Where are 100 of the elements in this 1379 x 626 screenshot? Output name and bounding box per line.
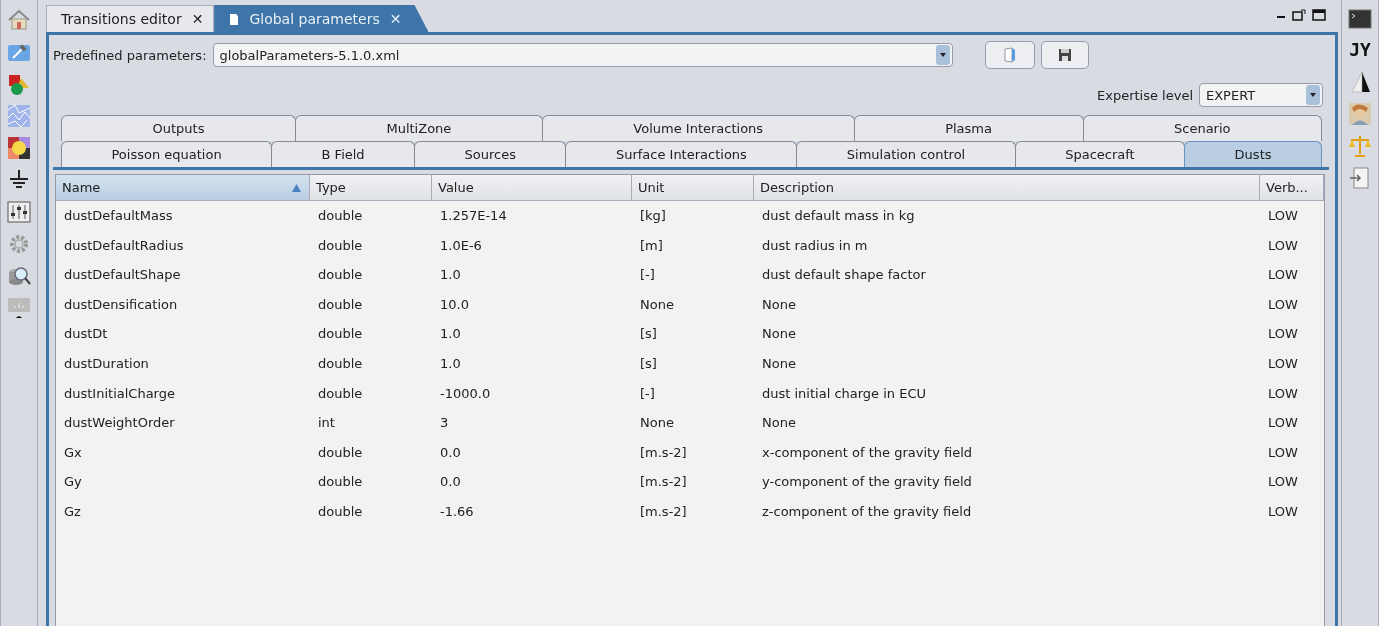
open-file-icon xyxy=(1002,47,1017,63)
parameter-tab[interactable]: Scenario xyxy=(1082,115,1323,141)
table-cell-text: double xyxy=(317,473,364,492)
close-icon[interactable]: ✕ xyxy=(191,11,204,27)
table-cell-text: double xyxy=(317,354,364,373)
table-cell-text: dustDefaultRadius xyxy=(63,236,185,255)
table-cell-text: dust radius in m xyxy=(761,236,869,255)
table-cell-text: LOW xyxy=(1267,502,1299,521)
table-cell-text: LOW xyxy=(1267,325,1299,344)
column-header[interactable]: Value xyxy=(432,175,632,201)
table-cell-text: LOW xyxy=(1267,295,1299,314)
column-header[interactable]: Description xyxy=(754,175,1260,201)
table-cell-text: 1.0E-6 xyxy=(439,236,483,255)
save-button[interactable] xyxy=(1040,41,1089,69)
table-cell-text: LOW xyxy=(1267,443,1299,462)
table-cell-text: [m.s-2] xyxy=(639,502,688,521)
table-cell-text: Gy xyxy=(63,473,83,492)
jython-label[interactable]: JY xyxy=(1349,38,1371,62)
table-cell-text: x-component of the gravity field xyxy=(761,443,974,462)
column-header[interactable]: Type xyxy=(310,175,432,201)
table-cell-text: LOW xyxy=(1267,266,1299,285)
table-cell-text: 0.0 xyxy=(439,443,462,462)
table-cell-text: 1.0 xyxy=(439,266,462,285)
open-button[interactable] xyxy=(984,41,1035,69)
table-cell-text: [s] xyxy=(639,325,658,344)
house-icon[interactable] xyxy=(7,8,31,32)
table-cell-text: double xyxy=(317,266,364,285)
parameter-tab[interactable]: Dusts xyxy=(1184,141,1322,167)
table-cell-text: double xyxy=(317,443,364,462)
document-icon xyxy=(229,12,240,26)
parameter-tab[interactable]: Outputs xyxy=(61,115,296,141)
detach-icon[interactable] xyxy=(1292,9,1306,21)
parameter-tab[interactable]: MultiZone xyxy=(294,115,543,141)
parameter-tab[interactable]: Poisson equation xyxy=(61,141,273,167)
table-cell-text: double xyxy=(317,236,364,255)
table-cell-text: [kg] xyxy=(639,207,667,225)
table-cell-text: dustDt xyxy=(63,325,109,344)
parameter-tab[interactable]: Surface Interactions xyxy=(565,141,798,167)
terminal-icon[interactable] xyxy=(1348,8,1372,30)
table-cell-text: [s] xyxy=(639,354,658,373)
field-label: Predefined parameters: xyxy=(53,47,207,63)
sliders-icon[interactable] xyxy=(7,200,31,224)
table-cell-text: z-component of the gravity field xyxy=(761,502,973,521)
table-cell-text: dustWeightOrder xyxy=(63,414,176,433)
table-cell-text: [m.s-2] xyxy=(639,443,688,462)
table-cell-text: Gz xyxy=(63,502,82,521)
shapes-icon[interactable] xyxy=(7,72,31,96)
table-cell-text: LOW xyxy=(1267,384,1299,403)
table-cell-text: dust default mass in kg xyxy=(761,207,916,225)
table-cell-text: None xyxy=(761,295,797,314)
sort-ascending-icon xyxy=(292,183,301,192)
table-cell-text: LOW xyxy=(1267,354,1299,373)
editor-tab[interactable]: Transitions editor ✕ xyxy=(46,5,215,32)
table-cell-text: None xyxy=(761,325,797,344)
table-cell-text: [m.s-2] xyxy=(639,473,688,492)
table-cell-text: double xyxy=(317,325,364,344)
parameter-tab[interactable]: B Field xyxy=(271,141,416,167)
parameter-tab[interactable]: Sources xyxy=(414,141,567,167)
column-header[interactable]: Verb... xyxy=(1260,175,1324,201)
editor-tab[interactable]: Global parameters ✕ xyxy=(214,5,429,32)
table-cell-text: 1.0 xyxy=(439,325,462,344)
triangle-icon[interactable] xyxy=(1348,70,1372,94)
table-cell-text: dustDensification xyxy=(63,295,179,314)
expertise-dropdown[interactable]: EXPERT xyxy=(1199,83,1323,107)
table-cell-text: [m] xyxy=(639,236,664,255)
table-cell-text: dustDuration xyxy=(63,354,150,373)
table-cell-text: dustInitialCharge xyxy=(63,384,176,403)
table-cell-text: LOW xyxy=(1267,414,1299,433)
table-cell-text: None xyxy=(639,414,675,433)
table-cell-text: LOW xyxy=(1267,473,1299,492)
table-cell-text: Gx xyxy=(63,443,83,462)
table-cell-text: double xyxy=(317,207,364,225)
parameter-tab[interactable]: Plasma xyxy=(853,115,1084,141)
table-cell-text: 10.0 xyxy=(439,295,470,314)
table-cell-text: y-component of the gravity field xyxy=(761,473,973,492)
parameter-tab[interactable]: Simulation control xyxy=(796,141,1016,167)
maximize-icon[interactable] xyxy=(1312,9,1326,21)
table-cell-text: 0.0 xyxy=(439,473,462,492)
predefined-dropdown[interactable]: globalParameters-5.1.0.xml xyxy=(212,43,953,67)
table-cell-text: double xyxy=(317,502,364,521)
parameter-tab[interactable]: Volume Interactions xyxy=(541,115,855,141)
table-cell-text: dust default shape factor xyxy=(761,266,927,285)
color-blocks-icon[interactable] xyxy=(7,136,31,160)
field-label: Expertise level xyxy=(1096,87,1193,103)
column-header[interactable]: Name xyxy=(56,175,310,201)
exit-icon[interactable] xyxy=(1348,166,1372,190)
table-cell-text: -1.66 xyxy=(439,502,475,521)
table-cell-text: [-] xyxy=(639,384,656,403)
parameter-tab[interactable]: Spacecraft xyxy=(1014,141,1186,167)
table-cell-text: double xyxy=(317,295,364,314)
table-cell-text: double xyxy=(317,384,364,403)
table-cell-text: None xyxy=(639,295,675,314)
close-icon[interactable]: ✕ xyxy=(389,11,402,27)
column-header[interactable]: Unit xyxy=(632,175,754,201)
table-cell-text: dust initial charge in ECU xyxy=(761,384,928,403)
table-cell-text: 3 xyxy=(439,414,450,433)
table-cell-text: LOW xyxy=(1267,236,1299,255)
table-cell-text: dustDefaultMass xyxy=(63,207,174,225)
database-search-icon[interactable] xyxy=(7,264,31,288)
table-cell-text: -1000.0 xyxy=(439,384,492,403)
